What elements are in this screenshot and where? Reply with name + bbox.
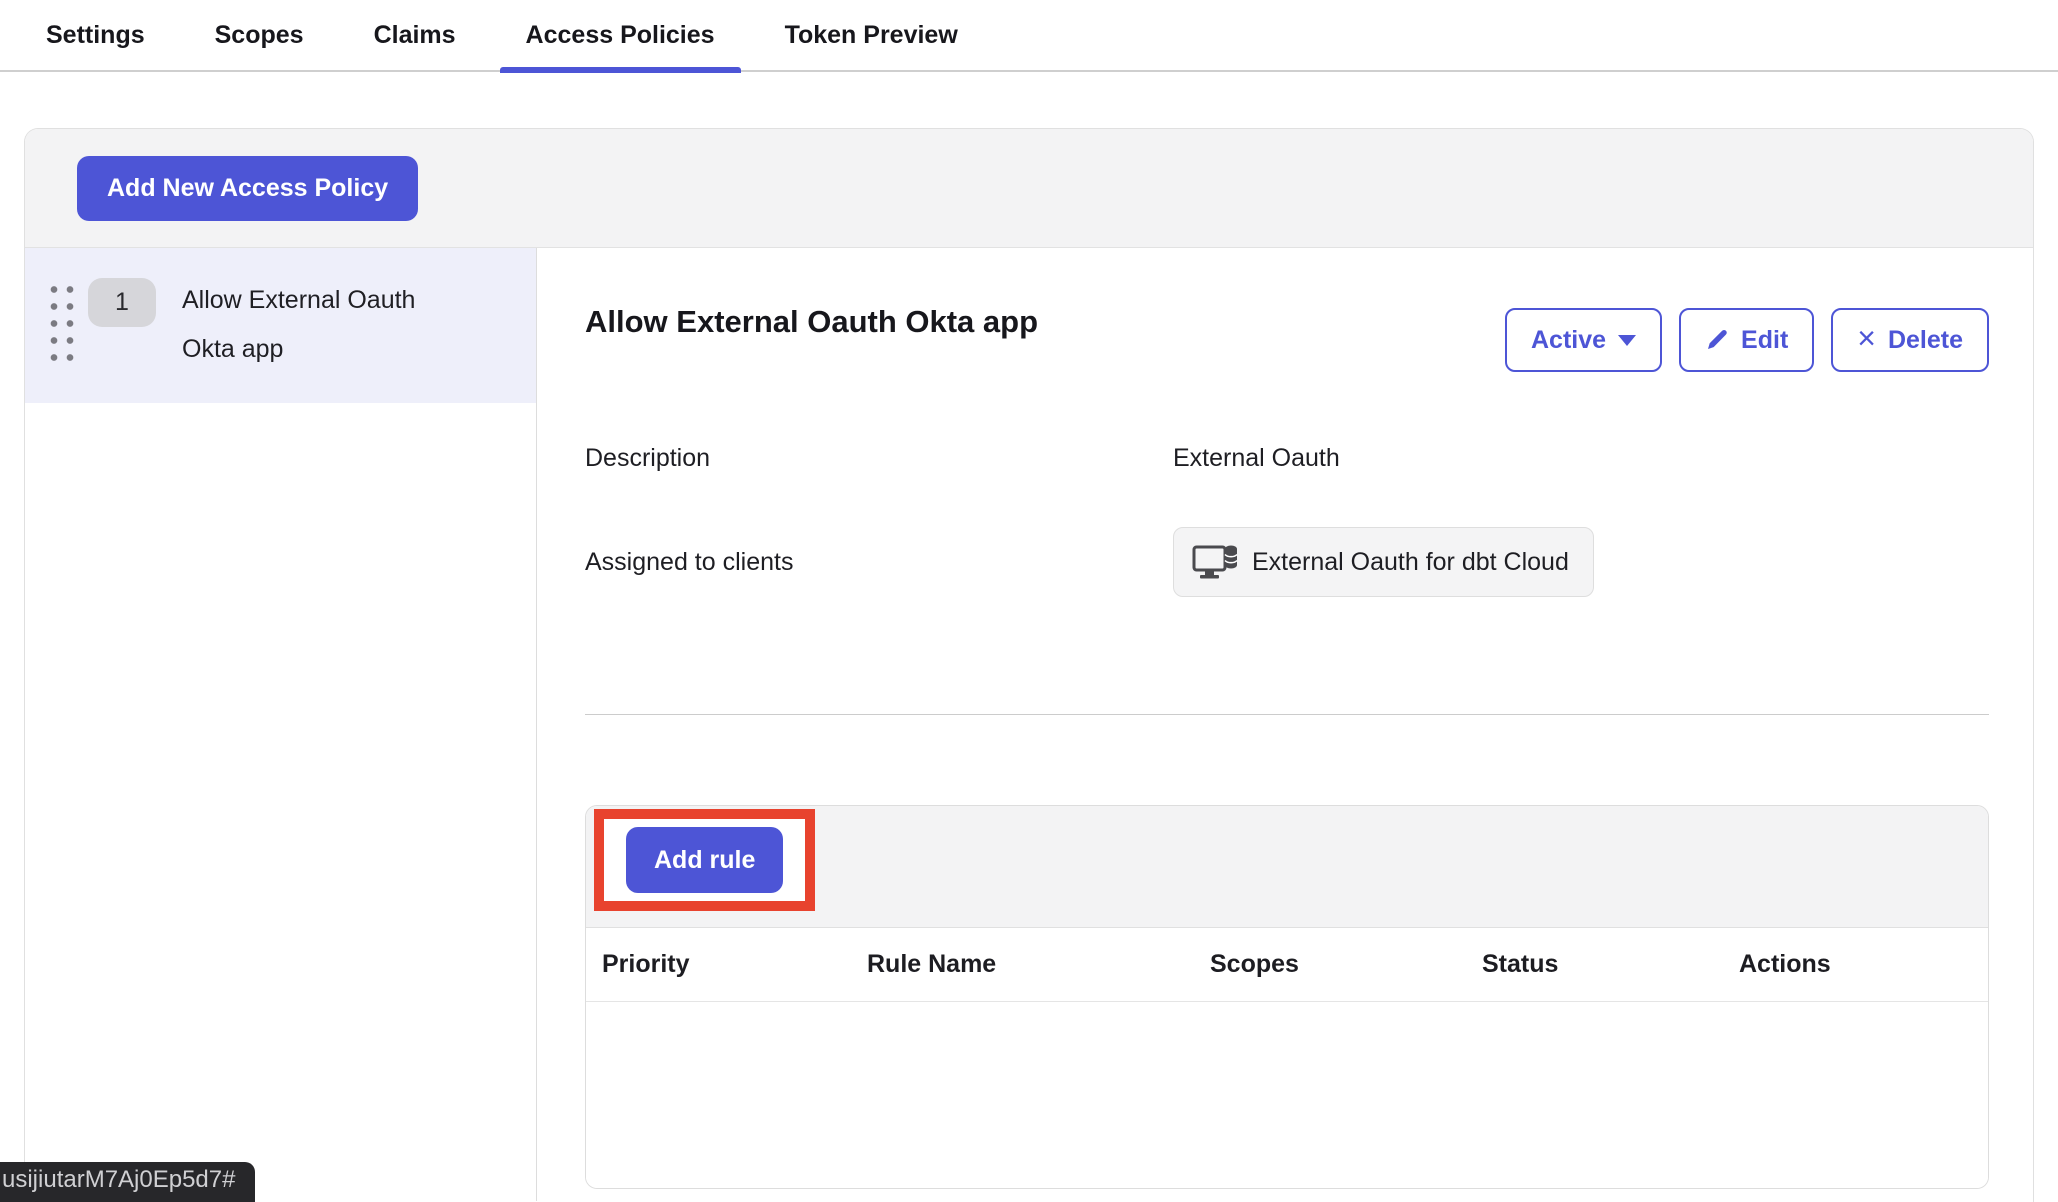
tab-settings[interactable]: Settings: [20, 0, 171, 71]
tab-scopes[interactable]: Scopes: [189, 0, 330, 71]
policy-toolbar: Add New Access Policy: [25, 129, 2033, 248]
rules-table-header: Priority Rule Name Scopes Status Actions: [586, 928, 1988, 1002]
tab-bar: Settings Scopes Claims Access Policies T…: [0, 0, 2058, 72]
column-rule-name: Rule Name: [867, 950, 1210, 979]
assigned-clients-row: Assigned to clients External Oauth for d…: [585, 527, 1989, 597]
policy-list-item[interactable]: 1 Allow External Oauth Okta app: [25, 248, 536, 403]
add-rule-button[interactable]: Add rule: [626, 827, 783, 893]
policy-fields: Description External Oauth Assigned to c…: [585, 444, 1989, 597]
section-divider: [585, 714, 1989, 715]
rules-toolbar: Add rule: [586, 806, 1988, 928]
assigned-clients-label: Assigned to clients: [585, 548, 1173, 577]
panel-body: 1 Allow External Oauth Okta app Allow Ex…: [25, 248, 2033, 1201]
tab-token-preview[interactable]: Token Preview: [759, 0, 984, 71]
column-scopes: Scopes: [1210, 950, 1482, 979]
tab-access-policies[interactable]: Access Policies: [500, 0, 741, 71]
status-dropdown-button[interactable]: Active: [1505, 308, 1662, 372]
delete-button[interactable]: × Delete: [1831, 308, 1989, 372]
link-preview-tooltip: usijiutarM7Aj0Ep5d7#: [0, 1162, 255, 1202]
assigned-client-chip: External Oauth for dbt Cloud: [1173, 527, 1594, 597]
access-policies-panel: Add New Access Policy 1 Allow External O…: [24, 128, 2034, 1202]
access-policies-page: Settings Scopes Claims Access Policies T…: [0, 0, 2058, 1202]
description-value: External Oauth: [1173, 444, 1340, 473]
tab-claims[interactable]: Claims: [348, 0, 482, 71]
add-new-access-policy-button[interactable]: Add New Access Policy: [77, 156, 418, 221]
description-label: Description: [585, 444, 1173, 473]
policy-list-sidebar: 1 Allow External Oauth Okta app: [25, 248, 537, 1201]
column-status: Status: [1482, 950, 1739, 979]
client-app-icon: [1192, 542, 1238, 582]
chevron-down-icon: [1618, 335, 1636, 346]
policy-title: Allow External Oauth Okta app: [585, 300, 1038, 344]
policy-detail-pane: Allow External Oauth Okta app Active Edi…: [537, 248, 2033, 1201]
column-priority: Priority: [602, 950, 867, 979]
highlight-annotation-box: Add rule: [594, 809, 815, 911]
assigned-client-name: External Oauth for dbt Cloud: [1252, 548, 1569, 577]
delete-x-icon: ×: [1857, 322, 1876, 354]
rules-panel: Add rule Priority Rule Name Scopes Statu…: [585, 805, 1989, 1189]
status-label: Active: [1531, 326, 1606, 355]
policy-priority-badge: 1: [88, 278, 156, 327]
drag-handle-icon[interactable]: [43, 278, 75, 363]
policy-actions: Active Edit × Delete: [1505, 308, 1989, 372]
edit-label: Edit: [1741, 326, 1788, 355]
delete-label: Delete: [1888, 326, 1963, 355]
column-actions: Actions: [1739, 950, 1988, 979]
rules-table-body: [586, 1002, 1988, 1188]
edit-button[interactable]: Edit: [1679, 308, 1814, 372]
description-row: Description External Oauth: [585, 444, 1989, 473]
policy-name-label: Allow External Oauth Okta app: [182, 276, 444, 374]
pencil-icon: [1705, 328, 1729, 352]
policy-detail-header: Allow External Oauth Okta app Active Edi…: [585, 300, 1989, 372]
